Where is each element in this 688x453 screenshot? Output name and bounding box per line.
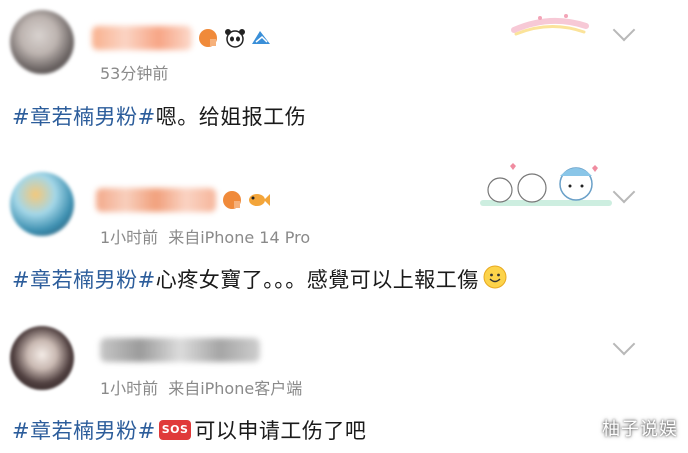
post-text: 可以申请工伤了吧 [194,419,367,443]
post-meta: 1小时前 来自iPhone客户端 [100,375,302,399]
hashtag-link[interactable]: #章若楠男粉# [12,419,156,443]
post-meta: 1小时前 来自iPhone 14 Pro [100,224,310,248]
avatar[interactable] [10,326,74,390]
username-blurred[interactable] [96,188,216,212]
post-time: 53分钟前 [100,64,169,83]
panda-icon [224,28,245,48]
decorative-sticker [510,8,590,44]
username-blurred[interactable] [92,26,192,50]
post-content: #章若楠男粉#嗯。给姐报工伤 [12,101,306,131]
post-source: 来自iPhone客户端 [168,379,303,398]
username-blurred[interactable] [100,338,260,362]
smile-emoji-icon [483,265,507,294]
post-meta: 53分钟前 [100,60,168,84]
hashtag-link[interactable]: #章若楠男粉# [12,268,156,292]
goldfish-icon [246,190,270,210]
avatar[interactable] [10,172,74,236]
sos-emoji-icon: SOS [158,420,192,440]
post-text: 心疼女寶了。。。感覺可以上報工傷 [155,268,479,292]
post-content: #章若楠男粉# SOS 可以申请工伤了吧 [12,415,366,445]
post-time: 1小时前 [100,228,159,247]
vip-badge-icon [222,190,242,210]
decorative-sticker [480,160,612,214]
post-text: 嗯。给姐报工伤 [155,105,307,129]
post-time: 1小时前 [100,379,159,398]
post-content: #章若楠男粉#心疼女寶了。。。感覺可以上報工傷 [12,264,507,296]
chevron-down-icon[interactable] [612,18,636,42]
post-source: 来自iPhone 14 Pro [168,228,311,247]
watermark: 柚子说娱 [602,419,678,440]
chevron-down-icon[interactable] [612,332,636,356]
hashtag-link[interactable]: #章若楠男粉# [12,105,156,129]
vip-badge-icon [198,28,218,48]
avatar[interactable] [10,10,74,74]
shark-icon [250,28,270,48]
chevron-down-icon[interactable] [612,180,636,204]
